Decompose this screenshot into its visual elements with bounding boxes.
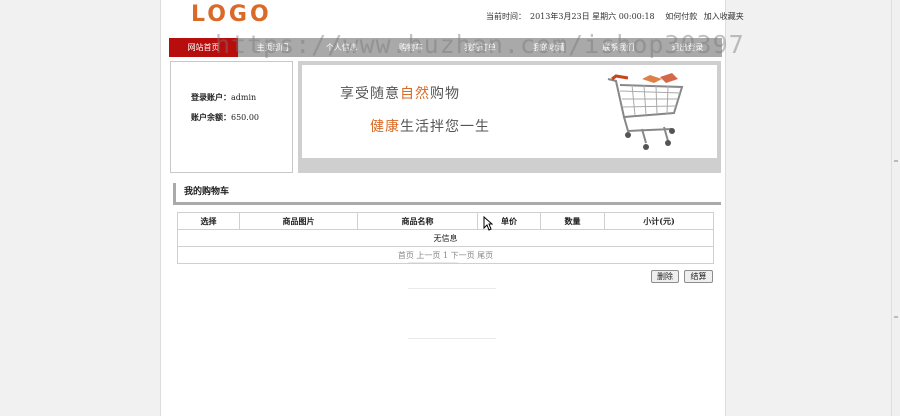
col-subtotal: 小计(元) bbox=[604, 212, 714, 230]
account-user-line: 登录账户：admin bbox=[191, 92, 256, 103]
nav-item-favorites[interactable]: 我的收藏 bbox=[515, 38, 584, 57]
promo-banner: 享受随意自然购物 健康生活拌您一生 bbox=[298, 61, 721, 173]
how-to-pay-link[interactable]: 如何付款 bbox=[665, 12, 697, 21]
nav-item-profile[interactable]: 个人信息 bbox=[307, 38, 376, 57]
account-balance-label: 账户余额： bbox=[191, 112, 231, 122]
divider bbox=[408, 262, 458, 263]
table-row: 无信息 bbox=[177, 229, 714, 247]
banner-slogan-line2: 健康生活拌您一生 bbox=[370, 119, 490, 135]
col-image: 商品图片 bbox=[239, 212, 358, 230]
cart-section-title: 我的购物车 bbox=[173, 183, 721, 205]
col-quantity: 数量 bbox=[540, 212, 605, 230]
empty-message: 无信息 bbox=[177, 229, 714, 247]
account-info-box: 登录账户：admin 账户余额：650.00 bbox=[170, 61, 293, 173]
page-container: LOGO 当前时间： 2013年3月23日 星期六 00:00:18 如何付款 加… bbox=[160, 0, 744, 416]
page-scrollbar[interactable] bbox=[891, 0, 900, 416]
account-user-value: admin bbox=[231, 93, 257, 102]
current-time-label: 当前时间： 2013年3月23日 星期六 00:00:18 bbox=[486, 12, 655, 21]
top-info-bar: 当前时间： 2013年3月23日 星期六 00:00:18 如何付款 加入收藏夹 bbox=[486, 11, 748, 22]
scrollbar-thumb-mark bbox=[894, 316, 898, 318]
checkout-button[interactable]: 结算 bbox=[684, 270, 713, 283]
main-nav: 网站首页 主页部门 个人信息 购物车 我的订单 我的收藏 联系我们 退出登录 bbox=[169, 38, 722, 57]
nav-item-home[interactable]: 网站首页 bbox=[169, 38, 239, 57]
nav-item-orders[interactable]: 我的订单 bbox=[446, 38, 515, 57]
cart-table: 选择 商品图片 商品名称 单价 数量 小计(元) 无信息 首页 上一页 1 下一… bbox=[177, 212, 714, 264]
cart-table-header: 选择 商品图片 商品名称 单价 数量 小计(元) bbox=[177, 212, 714, 230]
shopping-cart-icon bbox=[607, 73, 684, 150]
pager-row: 首页 上一页 1 下一页 尾页 bbox=[177, 246, 714, 264]
nav-item-cart[interactable]: 购物车 bbox=[376, 38, 445, 57]
nav-item-department[interactable]: 主页部门 bbox=[238, 38, 307, 57]
banner-slogan-line1: 享受随意自然购物 bbox=[340, 86, 460, 102]
add-favorite-link[interactable]: 加入收藏夹 bbox=[704, 12, 744, 21]
site-logo[interactable]: LOGO bbox=[191, 2, 272, 27]
col-select: 选择 bbox=[177, 212, 240, 230]
col-name: 商品名称 bbox=[357, 212, 478, 230]
nav-item-logout[interactable]: 退出登录 bbox=[653, 38, 722, 57]
delete-button[interactable]: 删除 bbox=[651, 270, 679, 283]
promo-banner-inner: 享受随意自然购物 健康生活拌您一生 bbox=[302, 65, 717, 158]
mouse-cursor-icon bbox=[483, 216, 493, 231]
account-balance-line: 账户余额：650.00 bbox=[191, 112, 259, 123]
pager[interactable]: 首页 上一页 1 下一页 尾页 bbox=[177, 246, 714, 264]
divider bbox=[408, 338, 496, 339]
account-user-label: 登录账户： bbox=[191, 92, 231, 102]
divider bbox=[408, 288, 496, 289]
scrollbar-thumb-mark bbox=[894, 160, 898, 162]
account-balance-value: 650.00 bbox=[231, 113, 259, 122]
nav-item-contact[interactable]: 联系我们 bbox=[584, 38, 653, 57]
